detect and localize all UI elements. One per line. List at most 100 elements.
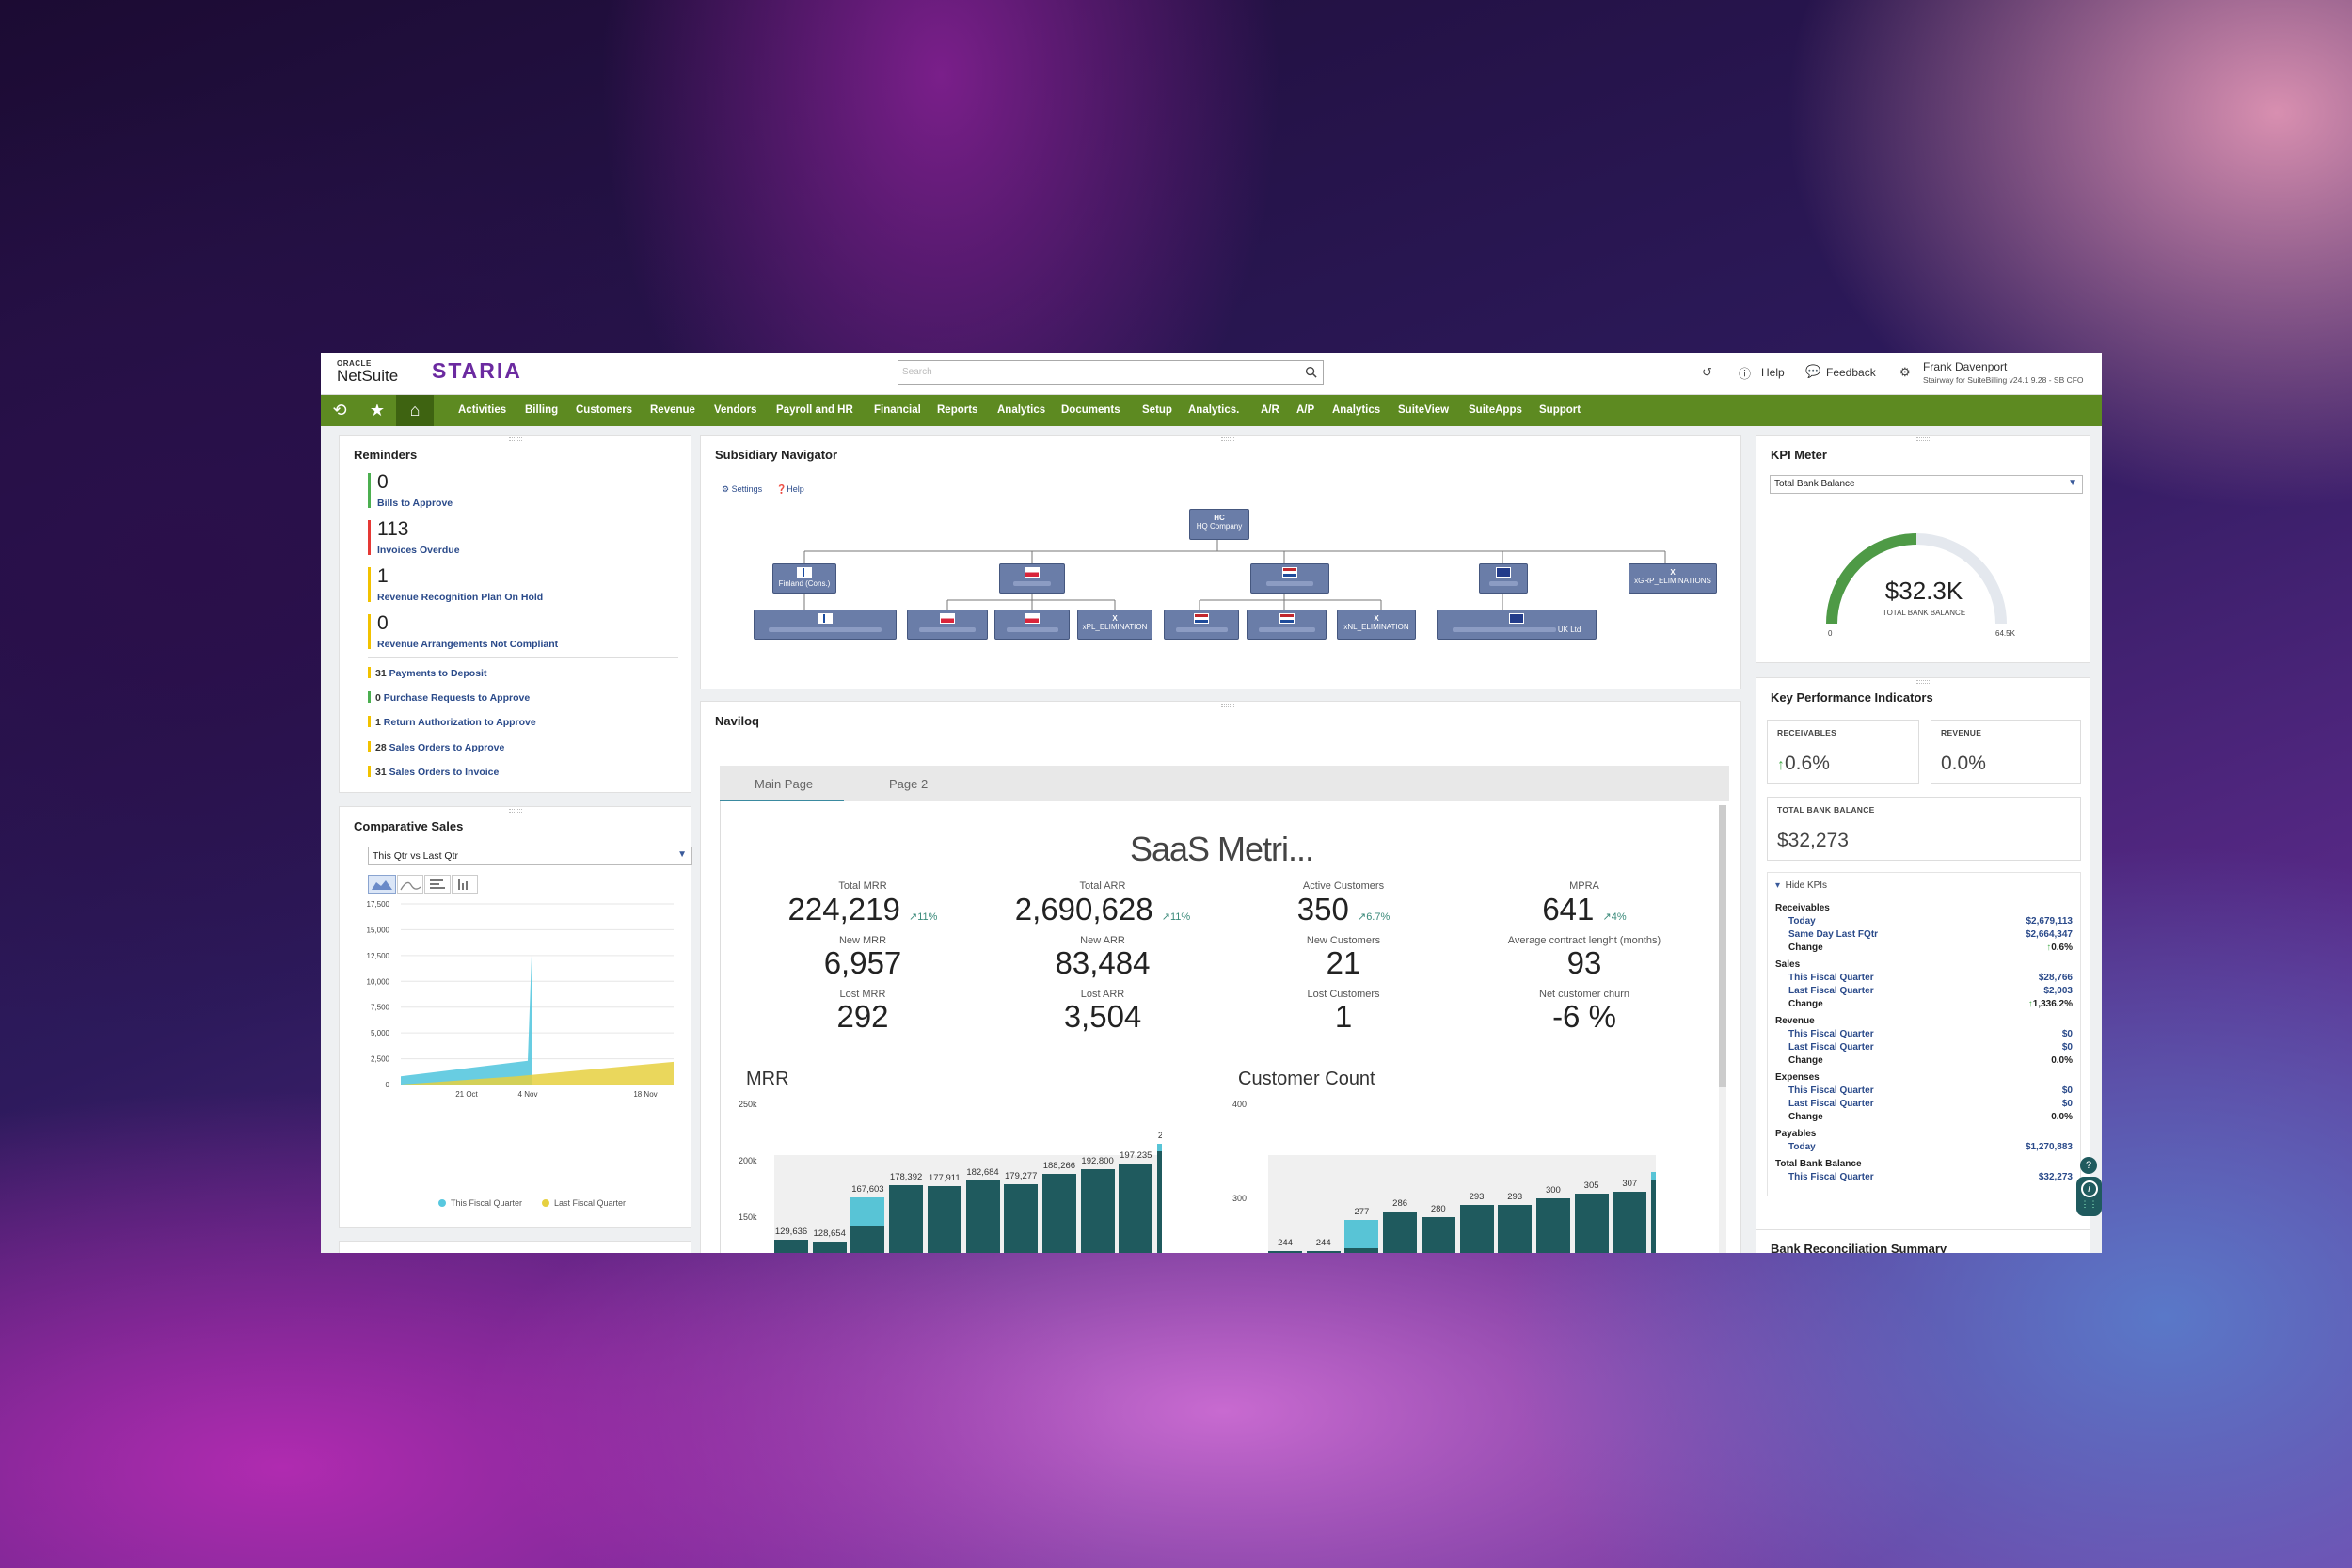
period-select[interactable]: This Qtr vs Last Qtr ▼ bbox=[368, 847, 692, 865]
nav-setup[interactable]: Setup bbox=[1142, 404, 1172, 416]
nav-ar[interactable]: A/R bbox=[1261, 404, 1279, 416]
user-name[interactable]: Frank Davenport bbox=[1923, 360, 2007, 373]
kpi-card-receivables[interactable]: RECEIVABLES ↑0.6% bbox=[1767, 720, 1919, 784]
reminder-label[interactable]: Revenue Recognition Plan On Hold bbox=[377, 592, 543, 603]
reminder-item[interactable]: 31 Sales Orders to Invoice bbox=[375, 767, 499, 778]
recent-icon[interactable]: ⟲ bbox=[321, 395, 358, 426]
org-node-xnl[interactable]: XxNL_ELIMINATION bbox=[1337, 610, 1416, 640]
org-node-netherlands-child[interactable] bbox=[1164, 610, 1239, 640]
org-node-netherlands[interactable] bbox=[1250, 563, 1329, 594]
org-node-finland[interactable]: Finland (Cons.) bbox=[772, 563, 836, 594]
kpi-row-label[interactable]: Last Fiscal Quarter bbox=[1788, 986, 1874, 996]
reminder-count[interactable]: 1 bbox=[377, 565, 389, 588]
kpi-row-label[interactable]: This Fiscal Quarter bbox=[1788, 1029, 1874, 1039]
legend-last-quarter[interactable]: Last Fiscal Quarter bbox=[554, 1198, 626, 1208]
org-node-uk[interactable] bbox=[1479, 563, 1528, 594]
reminder-count[interactable]: 113 bbox=[377, 518, 408, 541]
line-chart-toggle[interactable] bbox=[397, 875, 423, 894]
reminder-count[interactable]: 0 bbox=[377, 612, 389, 635]
reminder-label[interactable]: Bills to Approve bbox=[377, 498, 453, 509]
reminder-item[interactable]: 28 Sales Orders to Approve bbox=[375, 742, 504, 753]
kpi-row-value[interactable]: $0 bbox=[1969, 1085, 2073, 1096]
nav-customers[interactable]: Customers bbox=[576, 404, 632, 416]
reminder-item[interactable]: 1 Return Authorization to Approve bbox=[375, 717, 536, 728]
kpi-row-value[interactable]: $2,679,113 bbox=[1969, 916, 2074, 927]
nav-analytics-2[interactable]: Analytics. bbox=[1188, 404, 1239, 416]
drag-handle[interactable] bbox=[1221, 704, 1234, 707]
bar[interactable] bbox=[1613, 1192, 1647, 1253]
bar[interactable] bbox=[1157, 1144, 1162, 1253]
org-node-uk-ltd[interactable]: UK Ltd bbox=[1437, 610, 1597, 640]
search-icon[interactable] bbox=[1305, 366, 1317, 378]
feedback-link[interactable]: Feedback bbox=[1826, 366, 1876, 379]
bar[interactable] bbox=[1306, 1251, 1341, 1253]
kpi-row-value[interactable]: $28,766 bbox=[1969, 973, 2073, 983]
grid-icon[interactable]: ⋮⋮ bbox=[2076, 1199, 2102, 1210]
nav-payroll-hr[interactable]: Payroll and HR bbox=[776, 404, 853, 416]
drag-handle[interactable] bbox=[509, 809, 522, 813]
bar[interactable] bbox=[1459, 1205, 1494, 1253]
bar-chart-toggle[interactable] bbox=[424, 875, 451, 894]
kpi-row-label[interactable]: This Fiscal Quarter bbox=[1788, 1172, 1874, 1182]
kpi-card-revenue[interactable]: REVENUE 0.0% bbox=[1931, 720, 2081, 784]
kpi-row-value[interactable]: $1,270,883 bbox=[1969, 1142, 2073, 1152]
nav-support[interactable]: Support bbox=[1539, 404, 1581, 416]
drag-handle[interactable] bbox=[509, 437, 522, 441]
org-node-poland-child[interactable] bbox=[907, 610, 988, 640]
drag-handle[interactable] bbox=[1916, 680, 1930, 684]
org-node-netherlands-child-2[interactable] bbox=[1247, 610, 1327, 640]
kpi-row-label[interactable]: This Fiscal Quarter bbox=[1788, 973, 1874, 983]
reminder-count[interactable]: 0 bbox=[377, 471, 389, 494]
kpi-row-label[interactable]: Today bbox=[1788, 916, 1816, 927]
nav-billing[interactable]: Billing bbox=[525, 404, 558, 416]
kpi-row-value[interactable]: $0 bbox=[1969, 1099, 2073, 1109]
nav-reports[interactable]: Reports bbox=[937, 404, 977, 416]
bar[interactable] bbox=[774, 1240, 808, 1253]
kpi-row-label[interactable]: Last Fiscal Quarter bbox=[1788, 1042, 1874, 1053]
kpi-row-value[interactable]: $2,664,347 bbox=[1969, 929, 2073, 940]
org-node-poland-child-2[interactable] bbox=[994, 610, 1070, 640]
nav-analytics-3[interactable]: Analytics bbox=[1332, 404, 1380, 416]
netsuite-logo[interactable]: NetSuite bbox=[337, 367, 398, 386]
home-icon[interactable]: ⌂ bbox=[396, 395, 434, 426]
column-chart-toggle[interactable] bbox=[452, 875, 478, 894]
kpi-row-value[interactable]: $2,003 bbox=[1969, 986, 2073, 996]
bar[interactable] bbox=[1041, 1174, 1076, 1253]
reminder-label[interactable]: Revenue Arrangements Not Compliant bbox=[377, 639, 558, 650]
help-bubble-icon[interactable]: ? bbox=[2080, 1157, 2097, 1174]
scrollbar[interactable] bbox=[1719, 805, 1726, 1253]
org-node-finland-child[interactable] bbox=[754, 610, 897, 640]
recent-records-icon[interactable]: ↺ bbox=[1702, 365, 1712, 380]
kpi-row-label[interactable]: Last Fiscal Quarter bbox=[1788, 1099, 1874, 1109]
bar[interactable] bbox=[812, 1241, 847, 1253]
bar[interactable] bbox=[1651, 1172, 1656, 1253]
bar[interactable] bbox=[1268, 1251, 1302, 1253]
legend-this-quarter[interactable]: This Fiscal Quarter bbox=[451, 1198, 522, 1208]
nav-revenue[interactable]: Revenue bbox=[650, 404, 695, 416]
reminder-label[interactable]: Invoices Overdue bbox=[377, 545, 460, 556]
nav-vendors[interactable]: Vendors bbox=[714, 404, 756, 416]
bar[interactable] bbox=[1498, 1205, 1533, 1253]
kpi-row-value[interactable]: $32,273 bbox=[1969, 1172, 2073, 1182]
roles-icon[interactable]: ⚙ bbox=[1899, 365, 1911, 380]
nav-analytics[interactable]: Analytics bbox=[997, 404, 1045, 416]
tab-main-page[interactable]: Main Page bbox=[755, 777, 813, 791]
nav-suiteview[interactable]: SuiteView bbox=[1398, 404, 1449, 416]
bar[interactable] bbox=[1080, 1168, 1115, 1253]
info-icon[interactable]: i bbox=[2080, 1180, 2098, 1197]
feedback-icon[interactable]: 💬 bbox=[1805, 364, 1820, 379]
nav-ap[interactable]: A/P bbox=[1296, 404, 1314, 416]
kpi-row-label[interactable]: Today bbox=[1788, 1142, 1816, 1152]
hide-kpis-toggle[interactable]: ▾ Hide KPIs bbox=[1775, 880, 1827, 891]
org-node-hq[interactable]: HC HQ Company bbox=[1189, 509, 1249, 540]
nav-activities[interactable]: Activities bbox=[458, 404, 506, 416]
help-link[interactable]: Help bbox=[1761, 366, 1785, 379]
kpi-row-value[interactable]: $0 bbox=[1969, 1042, 2073, 1053]
kpi-row-label[interactable]: Same Day Last FQtr bbox=[1788, 929, 1878, 940]
reminder-item[interactable]: 0 Purchase Requests to Approve bbox=[375, 692, 530, 704]
org-node-xgrp[interactable]: XxGRP_ELIMINATIONS bbox=[1629, 563, 1717, 594]
kpi-row-value[interactable]: $0 bbox=[1969, 1029, 2073, 1039]
org-node-poland[interactable] bbox=[999, 563, 1065, 594]
kpi-row-label[interactable]: This Fiscal Quarter bbox=[1788, 1085, 1874, 1096]
reminder-item[interactable]: 31 Payments to Deposit bbox=[375, 668, 486, 679]
